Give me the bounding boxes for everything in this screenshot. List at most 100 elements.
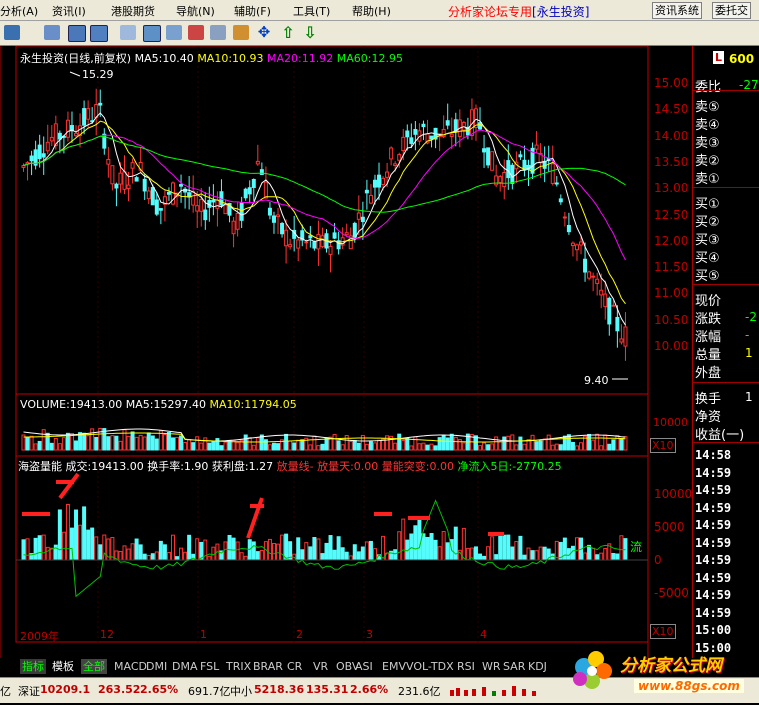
indicator-bar: [453, 526, 458, 561]
menu-help[interactable]: 帮助(H): [352, 3, 391, 19]
candle-body: [231, 220, 236, 235]
candle-body: [562, 216, 567, 219]
indicator-tab[interactable]: DMA: [170, 659, 200, 674]
volume-bar: [574, 445, 579, 451]
candle-body: [320, 235, 325, 248]
panel-divider: [693, 442, 759, 443]
panel-icon[interactable]: [143, 25, 161, 42]
volume-bar: [207, 442, 212, 451]
l-badge: L: [713, 51, 725, 64]
ind-fangliangxian: 放量线-: [276, 460, 314, 473]
menu-assist[interactable]: 辅助(F): [234, 3, 271, 19]
indicator-bar: [348, 555, 353, 561]
ert-icon[interactable]: [90, 25, 108, 42]
indicator-tab[interactable]: KDJ: [526, 659, 549, 674]
indicator-bar: [280, 534, 285, 561]
indicator-tab[interactable]: DMI: [144, 659, 169, 674]
kline-icon[interactable]: [4, 25, 20, 40]
volume-bar: [514, 444, 519, 451]
indicator-bar: [364, 541, 369, 561]
candle-body: [574, 244, 579, 251]
target-icon[interactable]: [188, 25, 204, 40]
volume-bar: [235, 442, 240, 451]
indicator-tab[interactable]: 全部: [81, 659, 107, 674]
price-tick: 13.50: [654, 154, 689, 169]
x-label: 12: [100, 628, 114, 641]
move-icon[interactable]: ✥: [256, 25, 272, 40]
candle-body: [623, 326, 628, 347]
candle-body: [41, 153, 46, 158]
candle-body: [74, 132, 79, 137]
menu-tools[interactable]: 工具(T): [293, 3, 330, 19]
indicator-bar: [122, 545, 127, 561]
bsi-icon[interactable]: [68, 25, 86, 42]
indicator-tab[interactable]: FSL: [198, 659, 221, 674]
menu-analysis[interactable]: 分析(A): [0, 3, 38, 19]
trade-button[interactable]: 委托交: [712, 2, 751, 19]
indicator-bar: [284, 533, 289, 561]
indicator-bar: [445, 542, 450, 561]
down-arrow-icon[interactable]: ⇩: [302, 25, 318, 41]
volume-bar: [490, 443, 495, 451]
candle-body: [284, 229, 289, 247]
indicator-tab[interactable]: TRIX: [224, 659, 253, 674]
indicator-tab[interactable]: CR: [285, 659, 304, 674]
candle-body: [344, 232, 349, 236]
indicator-tab[interactable]: BRAR: [251, 659, 285, 674]
indicator-bar: [74, 509, 79, 561]
candle-body: [534, 144, 539, 150]
volume-bar: [461, 442, 466, 451]
indicator-tab[interactable]: 指标: [20, 659, 46, 674]
indicator-tab[interactable]: ASI: [353, 659, 375, 674]
indicator-tab[interactable]: RSI: [455, 659, 477, 674]
news-system-button[interactable]: 资讯系统: [652, 2, 702, 19]
volume-bar: [61, 437, 66, 451]
buy-level-label: 买④: [695, 251, 720, 266]
chart-svg[interactable]: [0, 46, 690, 658]
menu-info[interactable]: 资讯(I): [52, 3, 86, 19]
indicator-tab[interactable]: 模板: [50, 659, 76, 674]
volume-bar: [542, 438, 547, 451]
indicator-tab[interactable]: WR: [480, 659, 503, 674]
indicator-bar: [498, 533, 503, 561]
candle-body: [211, 199, 216, 203]
chart-area[interactable]: 永生投资(日线,前复权) MA5:10.40 MA10:10.93 MA20:1…: [0, 46, 692, 658]
menu-hk-futures[interactable]: 港股期货: [111, 3, 155, 19]
volume-bar: [603, 434, 608, 451]
candle-body: [498, 176, 503, 183]
indicator-tab[interactable]: VR: [311, 659, 330, 674]
candle-body: [615, 316, 620, 332]
list-icon[interactable]: [166, 25, 182, 40]
chart-icon[interactable]: [44, 25, 60, 40]
indicator-tab[interactable]: SAR: [501, 659, 527, 674]
volume-bar: [106, 436, 111, 451]
candle-body: [332, 232, 337, 239]
volume-bar: [538, 440, 543, 451]
indicator-bar: [33, 537, 38, 561]
indicator-bar: [37, 535, 42, 561]
volume-bar: [393, 442, 398, 451]
pencil-icon[interactable]: [233, 25, 249, 40]
candle-body: [146, 190, 151, 200]
candle-body: [328, 245, 333, 255]
candle-body: [316, 234, 321, 250]
indicator-tab[interactable]: VOL-TDX: [404, 659, 456, 674]
up-arrow-icon[interactable]: ⇧: [280, 25, 296, 41]
indicator-bar: [138, 544, 143, 561]
indicator-bar: [158, 540, 163, 561]
chain-icon[interactable]: [210, 25, 226, 40]
menu-navigate[interactable]: 导航(N): [176, 3, 215, 19]
panel-divider: [693, 284, 759, 285]
candle-body: [37, 144, 42, 160]
indicator-bar: [102, 534, 107, 561]
indicator-bar: [320, 553, 325, 561]
tick-time: 14:59: [695, 483, 732, 497]
volume-bar: [126, 435, 131, 451]
indicator-bar: [227, 534, 232, 561]
wave-icon[interactable]: [120, 25, 136, 40]
quote-label-2: 收益(一): [695, 428, 745, 443]
volume-bar: [300, 439, 305, 451]
volume-bar: [94, 437, 99, 451]
indicator-bar: [25, 538, 30, 561]
volume-bar: [429, 443, 434, 451]
